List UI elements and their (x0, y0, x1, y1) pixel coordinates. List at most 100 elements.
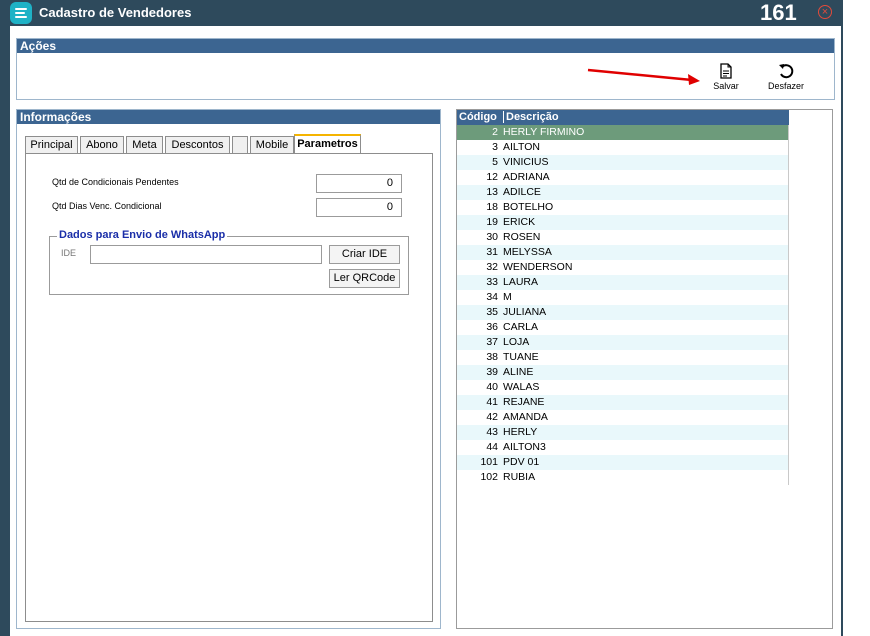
row-descricao: AILTON3 (503, 441, 546, 453)
tab-parametros[interactable]: Parametros (294, 134, 361, 154)
table-row[interactable]: 12 ADRIANA (457, 170, 789, 185)
table-row[interactable]: 30 ROSEN (457, 230, 789, 245)
save-label: Salvar (713, 81, 739, 91)
row-descricao: AMANDA (503, 411, 548, 423)
row-codigo: 3 (492, 141, 498, 153)
parametros-tab-content: Qtd de Condicionais Pendentes 0 Qtd Dias… (25, 153, 433, 622)
app-logo-icon (10, 2, 32, 24)
row-descricao: HERLY FIRMINO (503, 126, 585, 138)
table-row[interactable]: 33 LAURA (457, 275, 789, 290)
row-descricao: ALINE (503, 366, 534, 378)
create-ide-button[interactable]: Criar IDE (329, 245, 400, 264)
whatsapp-group-legend: Dados para Envio de WhatsApp (57, 229, 228, 241)
table-row[interactable]: 101 PDV 01 (457, 455, 789, 470)
table-row[interactable]: 39 ALINE (457, 365, 789, 380)
undo-button[interactable]: Desfazer (761, 59, 811, 95)
table-row[interactable]: 40 WALAS (457, 380, 789, 395)
row-codigo: 30 (486, 231, 498, 243)
row-descricao: ROSEN (503, 231, 541, 243)
table-row[interactable]: 44 AILTON3 (457, 440, 789, 455)
tab-abono[interactable]: Abono (80, 136, 124, 154)
tab-mobile[interactable]: Mobile (250, 136, 294, 154)
table-row[interactable]: 38 TUANE (457, 350, 789, 365)
row-descricao: PDV 01 (503, 456, 540, 468)
row-codigo: 101 (480, 456, 498, 468)
table-row[interactable]: 32 WENDERSON (457, 260, 789, 275)
table-row[interactable]: 35 JULIANA (457, 305, 789, 320)
ide-label: IDE (61, 248, 77, 258)
table-row[interactable]: 102 RUBIA (457, 470, 789, 485)
window-title: Cadastro de Vendedores (39, 5, 192, 20)
table-row[interactable]: 19 ERICK (457, 215, 789, 230)
row-descricao: HERLY (503, 426, 538, 438)
table-row[interactable]: 3 AILTON (457, 140, 789, 155)
row-descricao: VINICIUS (503, 156, 549, 168)
table-row[interactable]: 37 LOJA (457, 335, 789, 350)
table-row[interactable]: 36 CARLA (457, 320, 789, 335)
table-row[interactable]: 42 AMANDA (457, 410, 789, 425)
grid-header: Código Descrição (457, 110, 789, 125)
close-icon[interactable]: × (818, 5, 832, 19)
row-descricao: ADILCE (503, 186, 541, 198)
grid-divider (788, 125, 789, 485)
row-codigo: 31 (486, 246, 498, 258)
column-header-codigo[interactable]: Código (459, 111, 497, 123)
row-descricao: WALAS (503, 381, 540, 393)
sellers-grid: Código Descrição 2 HERLY FIRMINO 3 AILTON 5 V… (456, 109, 833, 629)
row-descricao: MELYSSA (503, 246, 552, 258)
acoes-header: Ações (17, 39, 834, 53)
table-row[interactable]: 34 M (457, 290, 789, 305)
row-descricao: M (503, 291, 512, 303)
row-codigo: 39 (486, 366, 498, 378)
table-row[interactable]: 13 ADILCE (457, 185, 789, 200)
record-counter: 161 (760, 0, 797, 25)
tab-descontos[interactable]: Descontos (165, 136, 230, 154)
row-codigo: 2 (492, 126, 498, 138)
row-codigo: 18 (486, 201, 498, 213)
row-codigo: 41 (486, 396, 498, 408)
table-row[interactable]: 43 HERLY (457, 425, 789, 440)
row-codigo: 35 (486, 306, 498, 318)
row-codigo: 5 (492, 156, 498, 168)
row-codigo: 32 (486, 261, 498, 273)
informacoes-header: Informações (17, 110, 440, 124)
table-row[interactable]: 2 HERLY FIRMINO (457, 125, 789, 140)
row-codigo: 37 (486, 336, 498, 348)
undo-icon (779, 64, 794, 79)
undo-label: Desfazer (767, 81, 804, 91)
save-button[interactable]: Salvar (701, 59, 751, 95)
tab-principal[interactable]: Principal (25, 136, 78, 154)
row-codigo: 33 (486, 276, 498, 288)
ide-input[interactable] (90, 245, 322, 264)
whatsapp-group: Dados para Envio de WhatsApp IDE Criar I… (49, 229, 409, 295)
due-days-label: Qtd Dias Venc. Condicional (52, 201, 162, 211)
row-codigo: 34 (486, 291, 498, 303)
row-codigo: 13 (486, 186, 498, 198)
row-codigo: 43 (486, 426, 498, 438)
table-row[interactable]: 41 REJANE (457, 395, 789, 410)
row-codigo: 36 (486, 321, 498, 333)
due-days-input[interactable]: 0 (316, 198, 402, 217)
tab-blank[interactable] (232, 136, 248, 154)
table-row[interactable]: 31 MELYSSA (457, 245, 789, 260)
row-codigo: 40 (486, 381, 498, 393)
column-header-descricao[interactable]: Descrição (503, 111, 559, 123)
table-row[interactable]: 18 BOTELHO (457, 200, 789, 215)
row-descricao: JULIANA (503, 306, 547, 318)
row-descricao: RUBIA (503, 471, 536, 483)
pending-conditionals-input[interactable]: 0 (316, 174, 402, 193)
pending-conditionals-label: Qtd de Condicionais Pendentes (52, 177, 179, 187)
title-bar: Cadastro de Vendedores 161 × (0, 0, 843, 26)
row-codigo: 19 (486, 216, 498, 228)
row-descricao: ERICK (503, 216, 536, 228)
table-row[interactable]: 5 VINICIUS (457, 155, 789, 170)
tab-meta[interactable]: Meta (126, 136, 163, 154)
read-qrcode-button[interactable]: Ler QRCode (329, 269, 400, 288)
row-descricao: LAURA (503, 276, 539, 288)
save-icon (720, 63, 732, 79)
row-descricao: LOJA (503, 336, 530, 348)
acoes-panel: Ações Salvar Desfazer (16, 38, 835, 100)
row-descricao: WENDERSON (503, 261, 573, 273)
row-descricao: CARLA (503, 321, 539, 333)
row-codigo: 44 (486, 441, 498, 453)
